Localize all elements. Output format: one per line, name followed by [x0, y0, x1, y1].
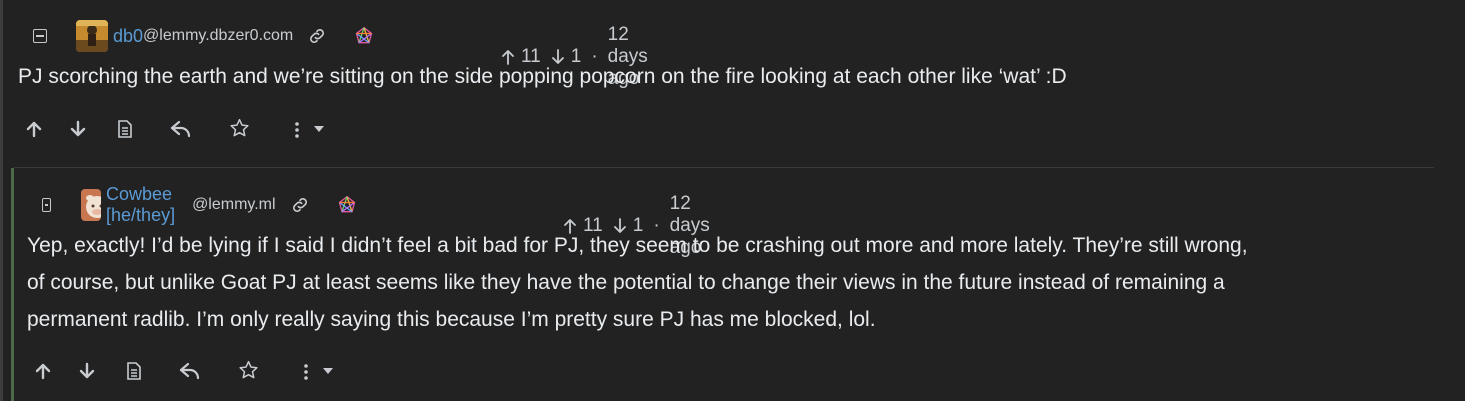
- view-source-button[interactable]: [117, 120, 133, 138]
- instance[interactable]: @lemmy.dbzer0.com: [143, 27, 293, 45]
- instance[interactable]: @lemmy.ml: [192, 196, 276, 214]
- downvote-button[interactable]: [69, 120, 87, 138]
- comment-body: PJ scorching the earth and we’re sitting…: [18, 65, 1067, 88]
- link-icon[interactable]: [307, 26, 327, 46]
- save-button[interactable]: [229, 118, 250, 138]
- caret-down-icon[interactable]: [313, 125, 325, 133]
- comment-header: Cowbee [he/they] @lemmy.ml: [42, 184, 357, 225]
- upvote-button[interactable]: [34, 362, 52, 380]
- view-source-button[interactable]: [126, 362, 142, 380]
- username[interactable]: Cowbee [he/they]: [106, 184, 192, 226]
- comment-body-line: Yep, exactly! I’d be lying if I said I d…: [27, 234, 1248, 257]
- comment-body-line: of course, but unlike Goat PJ at least s…: [27, 271, 1225, 294]
- comment-body: Yep, exactly! I’d be lying if I said I d…: [27, 227, 1248, 338]
- downvote-button[interactable]: [78, 362, 96, 380]
- reply-button[interactable]: [170, 120, 192, 138]
- fediverse-icon[interactable]: [337, 195, 357, 215]
- comment-thread: db0 @lemmy.dbzer0.com 11 1 · 12 days ago…: [0, 0, 1465, 401]
- link-icon[interactable]: [290, 195, 310, 215]
- avatar[interactable]: [81, 189, 102, 221]
- collapse-icon[interactable]: [33, 29, 47, 43]
- divider: [14, 167, 1434, 168]
- username[interactable]: db0: [113, 26, 143, 47]
- thread-line[interactable]: [0, 0, 3, 401]
- upvote-button[interactable]: [25, 120, 43, 138]
- avatar[interactable]: [76, 20, 108, 52]
- caret-down-icon[interactable]: [322, 367, 334, 375]
- comment-header: db0 @lemmy.dbzer0.com: [33, 20, 374, 52]
- collapse-icon[interactable]: [42, 198, 52, 212]
- reply-button[interactable]: [179, 362, 201, 380]
- child-thread-line[interactable]: [11, 168, 14, 401]
- save-button[interactable]: [238, 360, 259, 380]
- more-vertical-icon[interactable]: [293, 121, 301, 139]
- comment-body-line: permanent radlib. I’m only really saying…: [27, 308, 876, 331]
- fediverse-icon[interactable]: [354, 26, 374, 46]
- more-vertical-icon[interactable]: [302, 363, 310, 381]
